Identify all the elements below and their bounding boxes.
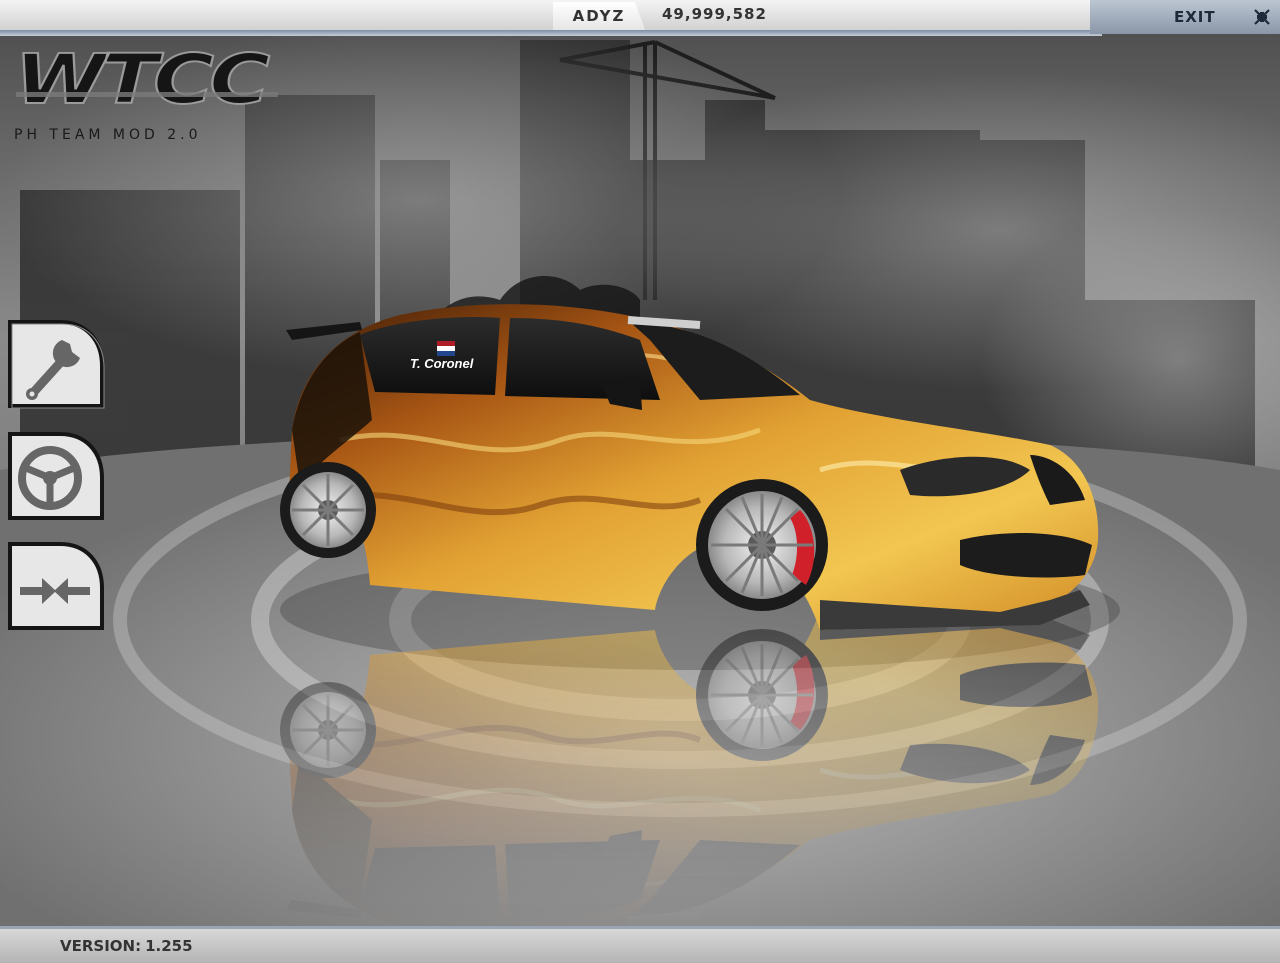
logo-subtitle: PH TEAM MOD 2.0 (14, 127, 202, 143)
version-info: VERSION: 1.255 (60, 937, 193, 955)
top-bar-panel (0, 0, 1102, 32)
version-label: VERSION: (60, 937, 142, 955)
collapse-arrows-icon[interactable] (1254, 9, 1270, 25)
top-bar-edge (0, 30, 1102, 36)
bottom-bar: VERSION: 1.255 (0, 926, 1280, 963)
top-bar: ADYZ 49,999,582 EXIT (0, 0, 1280, 36)
exit-button[interactable]: EXIT (1174, 8, 1216, 26)
netherlands-flag (437, 341, 455, 356)
version-value: 1.255 (145, 937, 193, 955)
driver-name-decal: T. Coronel (410, 356, 474, 371)
drive-steering-button[interactable] (6, 428, 106, 522)
logo-title: WTCC (15, 48, 270, 119)
tune-wrench-button[interactable] (6, 316, 106, 410)
wtcc-logo: WTCC PH TEAM MOD 2.0 (10, 39, 290, 148)
player-name: ADYZ (553, 2, 645, 30)
compare-button[interactable] (6, 538, 106, 632)
money-display: 49,999,582 (662, 5, 767, 23)
